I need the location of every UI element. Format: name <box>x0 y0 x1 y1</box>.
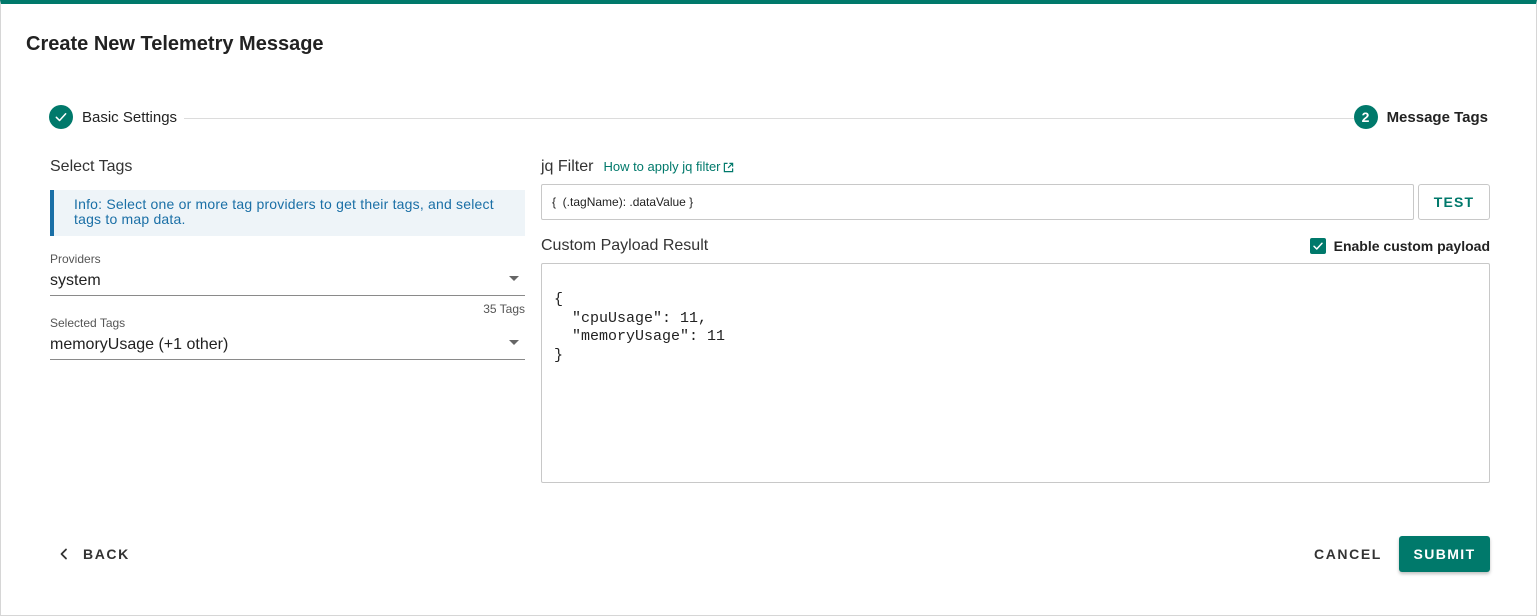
test-button[interactable]: TEST <box>1418 184 1490 220</box>
tags-count: 35 Tags <box>483 302 525 316</box>
stepper-connector <box>184 118 1354 119</box>
providers-value: system <box>50 272 101 289</box>
step-label: Message Tags <box>1386 108 1488 126</box>
dialog-title: Create New Telemetry Message <box>26 33 324 55</box>
step-message-tags[interactable]: 2 Message Tags <box>1353 105 1488 129</box>
step-number: 2 <box>1353 105 1378 129</box>
checkbox-checked-icon[interactable] <box>1309 238 1326 254</box>
submit-button[interactable]: SUBMIT <box>1399 536 1490 572</box>
back-button[interactable]: BACK <box>59 540 130 568</box>
create-telemetry-dialog: Create New Telemetry Message Basic Setti… <box>0 0 1537 616</box>
jq-filter-panel: jq Filter How to apply jq filter TEST Cu… <box>541 156 1490 483</box>
enable-custom-payload-label: Enable custom payload <box>1333 238 1490 254</box>
selected-tags-label: Selected Tags <box>50 316 126 330</box>
enable-custom-payload-toggle[interactable]: Enable custom payload <box>1309 238 1490 254</box>
dropdown-arrow-icon <box>509 340 519 345</box>
jq-filter-heading: jq Filter <box>541 158 594 175</box>
step-label: Basic Settings <box>82 108 178 126</box>
payload-result[interactable]: { "cpuUsage": 11, "memoryUsage": 11 } <box>541 263 1490 483</box>
chevron-left-icon <box>60 548 67 560</box>
select-tags-panel: Select Tags Info: Select one or more tag… <box>50 156 525 360</box>
info-banner: Info: Select one or more tag providers t… <box>50 190 525 236</box>
selected-tags-value: memoryUsage (+1 other) <box>50 336 229 353</box>
external-link-icon <box>723 162 733 172</box>
jq-help-link-label: How to apply jq filter <box>603 159 721 174</box>
jq-help-link[interactable]: How to apply jq filter <box>603 156 733 178</box>
back-label: BACK <box>83 546 130 562</box>
cancel-button[interactable]: CANCEL <box>1306 540 1390 568</box>
selected-tags-select[interactable]: Selected Tags memoryUsage (+1 other) <box>50 316 525 360</box>
step-basic-settings[interactable]: Basic Settings <box>49 105 177 129</box>
check-icon <box>49 105 73 129</box>
select-tags-heading: Select Tags <box>50 158 133 175</box>
jq-filter-input[interactable] <box>541 184 1414 220</box>
payload-heading: Custom Payload Result <box>541 237 709 254</box>
providers-label: Providers <box>50 252 101 266</box>
dropdown-arrow-icon <box>509 276 519 281</box>
providers-select[interactable]: Providers system <box>50 252 525 296</box>
